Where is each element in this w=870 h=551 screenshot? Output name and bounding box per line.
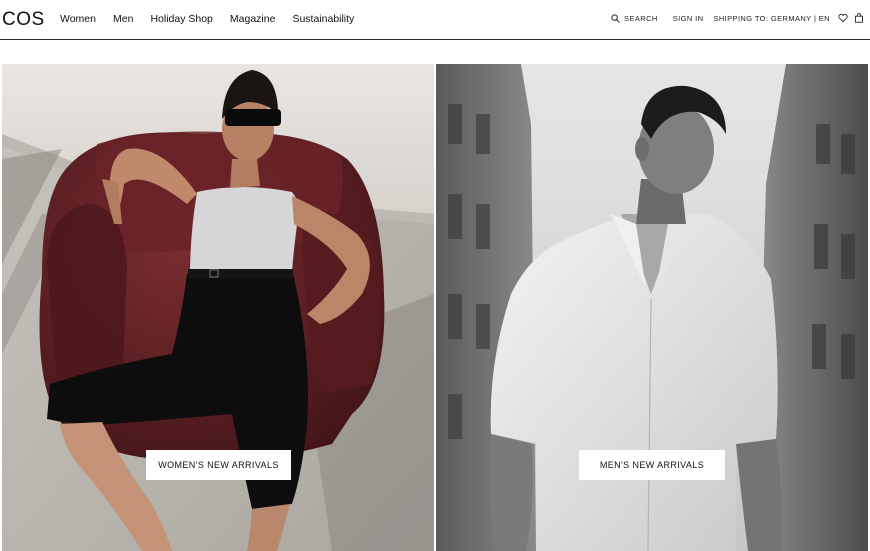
shipping-selector[interactable]: SHIPPING TO: GERMANY | EN [713,14,830,23]
hero-men[interactable]: MEN'S NEW ARRIVALS [436,64,868,551]
womens-new-arrivals-button[interactable]: WOMEN'S NEW ARRIVALS [146,450,291,480]
heart-icon [838,13,848,23]
wishlist-button[interactable] [838,13,848,23]
site-header: COS Women Men Holiday Shop Magazine Sust… [0,0,870,40]
nav-item-men[interactable]: Men [113,13,133,25]
nav-item-sustainability[interactable]: Sustainability [292,13,354,25]
bag-icon [855,13,863,23]
search-icon [611,13,620,23]
hero-women[interactable]: WOMEN'S NEW ARRIVALS [2,64,434,551]
nav-item-holiday-shop[interactable]: Holiday Shop [150,13,212,25]
bag-button[interactable] [854,13,864,23]
nav-item-women[interactable]: Women [60,13,96,25]
search-label: SEARCH [624,13,658,23]
search-button[interactable]: SEARCH [611,14,658,23]
main-nav: Women Men Holiday Shop Magazine Sustaina… [60,13,371,25]
nav-item-magazine[interactable]: Magazine [230,13,276,25]
sign-in-link[interactable]: SIGN IN [673,14,704,23]
logo[interactable]: COS [2,9,45,31]
header-utilities: SEARCH SIGN IN SHIPPING TO: GERMANY | EN [611,13,870,23]
mens-new-arrivals-button[interactable]: MEN'S NEW ARRIVALS [579,450,725,480]
